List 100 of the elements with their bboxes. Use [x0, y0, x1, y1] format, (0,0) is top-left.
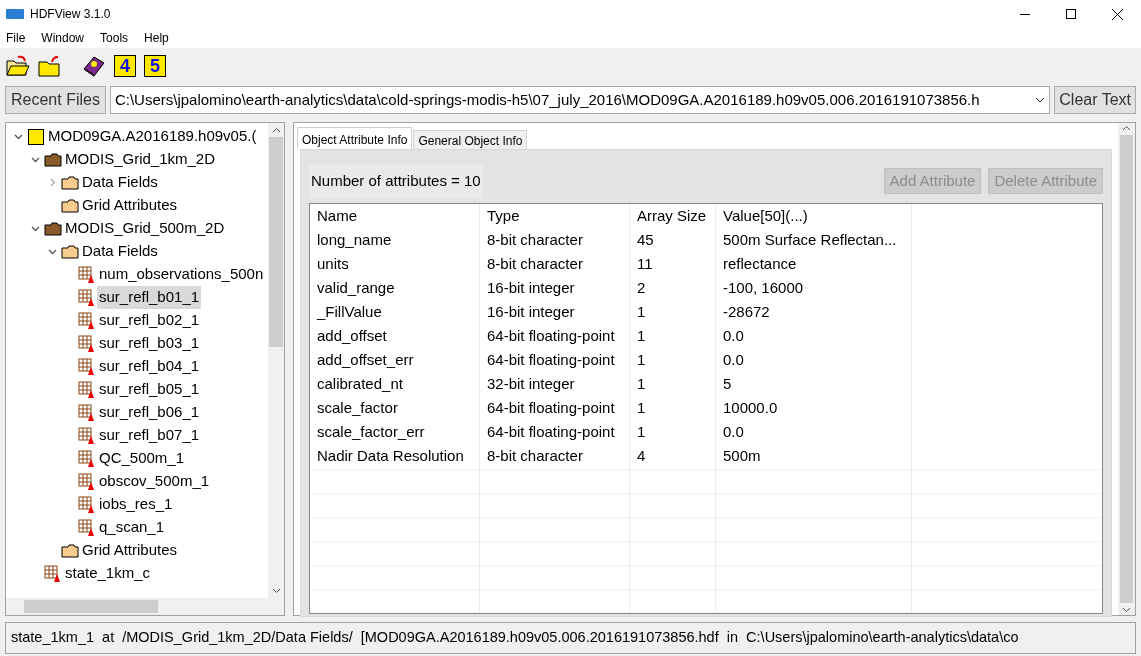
- tree-item[interactable]: state_1km_c: [63, 562, 153, 585]
- column-header[interactable]: Type: [480, 203, 630, 229]
- dataset-icon: [78, 357, 96, 376]
- vertical-scrollbar[interactable]: [268, 123, 284, 598]
- dataset-icon: [78, 380, 96, 399]
- folder-icon: [61, 543, 79, 558]
- table-cell: units: [310, 252, 480, 277]
- tree-item[interactable]: sur_refl_b07_1: [97, 424, 202, 447]
- tree-item[interactable]: sur_refl_b04_1: [97, 355, 202, 378]
- table-cell: -28672: [716, 300, 912, 325]
- expanded-chevron-icon[interactable]: [30, 224, 40, 233]
- table-cell: 8-bit character: [480, 444, 630, 469]
- menu-item[interactable]: File: [6, 29, 26, 47]
- hdf-folder-icon[interactable]: 5: [144, 55, 166, 77]
- table-cell: 4: [630, 444, 716, 469]
- vertical-scrollbar[interactable]: [1118, 123, 1135, 615]
- table-cell: 0.0: [716, 420, 912, 445]
- tree-item[interactable]: sur_refl_b06_1: [97, 401, 202, 424]
- app-logo-icon: [6, 9, 24, 19]
- dataset-icon: [44, 564, 62, 583]
- scroll-up-icon[interactable]: [271, 127, 281, 133]
- table-cell: Nadir Data Resolution: [310, 444, 480, 469]
- dataset-icon: [78, 288, 96, 307]
- menu-item[interactable]: Help: [144, 29, 169, 47]
- dataset-icon: [78, 518, 96, 537]
- table-cell: 1: [630, 348, 716, 373]
- window-title: HDFView 3.1.0: [30, 6, 111, 23]
- tree-item[interactable]: sur_refl_b01_1: [97, 286, 202, 309]
- table-cell: 0.0: [716, 324, 912, 349]
- table-cell: reflectance: [716, 252, 912, 277]
- scroll-up-icon[interactable]: [1122, 125, 1131, 131]
- column-header[interactable]: Array Size: [630, 203, 716, 229]
- tree-item[interactable]: QC_500m_1: [97, 447, 187, 470]
- expanded-chevron-icon[interactable]: [47, 247, 57, 256]
- folder-icon: [61, 198, 79, 213]
- tree-item[interactable]: Grid Attributes: [80, 194, 180, 217]
- folder-icon: [44, 221, 62, 236]
- tree-item[interactable]: MODIS_Grid_1km_2D: [63, 148, 218, 171]
- table-cell: add_offset_err: [310, 348, 480, 373]
- table-cell: 1: [630, 420, 716, 445]
- table-cell: valid_range: [310, 276, 480, 301]
- scroll-down-icon[interactable]: [271, 588, 281, 594]
- expanded-chevron-icon[interactable]: [13, 132, 23, 141]
- table-cell: _FillValue: [310, 300, 480, 325]
- clear-text-button[interactable]: Clear Text: [1054, 86, 1136, 114]
- dropdown-icon[interactable]: [1035, 96, 1046, 104]
- column-header[interactable]: Name: [310, 203, 480, 229]
- horizontal-scrollbar[interactable]: [6, 598, 284, 615]
- open-folder-icon[interactable]: [6, 55, 30, 77]
- table-cell: 10000.0: [716, 396, 912, 421]
- hdf-folder-icon[interactable]: 4: [114, 55, 136, 77]
- tree-item[interactable]: MOD09GA.A2016189.h09v05.(: [46, 125, 259, 148]
- attribute-count: Number of attributes = 10: [309, 164, 483, 199]
- table-cell: 64-bit floating-point: [480, 348, 630, 373]
- table-cell: -100, 16000: [716, 276, 912, 301]
- table-cell: 16-bit integer: [480, 300, 630, 325]
- tree-item[interactable]: obscov_500m_1: [97, 470, 212, 493]
- dataset-icon: [78, 311, 96, 330]
- path-field[interactable]: C:\Users\jpalomino\earth-analytics\data\cold-springs-modis-h5\07_july_2016\MOD09GA.A2016189.h09v05.006.2016191073856.h: [109, 86, 1051, 114]
- dataset-icon: [78, 495, 96, 514]
- table-cell: 8-bit character: [480, 252, 630, 277]
- table-cell: 64-bit floating-point: [480, 420, 630, 445]
- folder-icon[interactable]: [38, 55, 60, 77]
- tab[interactable]: Object Attribute Info: [297, 127, 413, 149]
- table-cell: 45: [630, 228, 716, 253]
- menu-item[interactable]: Tools: [100, 29, 129, 47]
- tree-item[interactable]: Data Fields: [80, 240, 160, 263]
- tree-item[interactable]: Data Fields: [80, 171, 160, 194]
- tree-item[interactable]: sur_refl_b02_1: [97, 309, 202, 332]
- tree-item[interactable]: num_observations_500n: [97, 263, 266, 286]
- tree-item[interactable]: iobs_res_1: [97, 493, 175, 516]
- table-cell: 8-bit character: [480, 228, 630, 253]
- table-cell: 16-bit integer: [480, 276, 630, 301]
- tree-item[interactable]: sur_refl_b05_1: [97, 378, 202, 401]
- table-cell: scale_factor_err: [310, 420, 480, 445]
- tree-item[interactable]: q_scan_1: [97, 516, 167, 539]
- table-cell: add_offset: [310, 324, 480, 349]
- table-cell: 0.0: [716, 348, 912, 373]
- table-cell: 64-bit floating-point: [480, 396, 630, 421]
- tree-item[interactable]: sur_refl_b03_1: [97, 332, 202, 355]
- tab[interactable]: General Object Info: [413, 130, 528, 149]
- recent-files-button[interactable]: Recent Files: [5, 86, 106, 114]
- table-cell: 5: [716, 372, 912, 397]
- expanded-chevron-icon[interactable]: [30, 155, 40, 164]
- close-icon[interactable]: [1112, 8, 1123, 20]
- menu-item[interactable]: Window: [41, 29, 85, 47]
- dataset-icon: [78, 265, 96, 284]
- tree-item[interactable]: MODIS_Grid_500m_2D: [63, 217, 227, 240]
- dataset-icon: [78, 449, 96, 468]
- dataset-icon: [78, 426, 96, 445]
- table-cell: long_name: [310, 228, 480, 253]
- tree-item[interactable]: Grid Attributes: [80, 539, 180, 562]
- table-cell: scale_factor: [310, 396, 480, 421]
- scroll-down-icon[interactable]: [1122, 607, 1131, 613]
- dataset-icon: [78, 334, 96, 353]
- column-header[interactable]: Value[50](...): [716, 203, 912, 229]
- table-cell: 1: [630, 372, 716, 397]
- table-cell: 64-bit floating-point: [480, 324, 630, 349]
- table-cell: 1: [630, 396, 716, 421]
- table-cell: calibrated_nt: [310, 372, 480, 397]
